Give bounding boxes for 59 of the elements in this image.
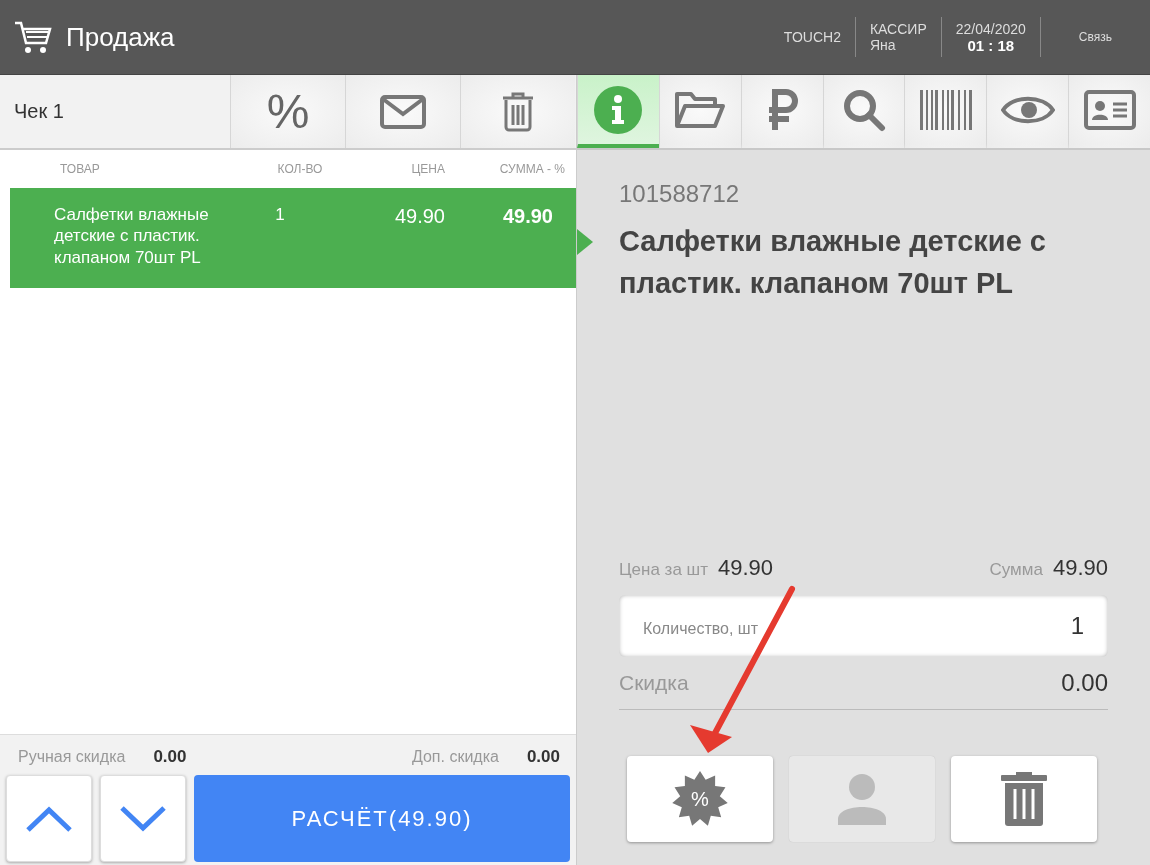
extra-discount-value: 0.00 [526,747,560,767]
item-price: 49.90 [393,204,446,229]
item-quantity: 1 [274,204,286,226]
id-card-icon [1083,89,1136,130]
toolbar-tab[interactable] [822,75,905,148]
receipt-title: Чек 1 [13,99,65,124]
sum-label: Сумма [989,560,1043,580]
percent-badge-icon: % [670,769,730,829]
terminal-name: TOUCH2 [783,29,841,45]
chevron-down-icon [119,804,167,833]
connection-link[interactable]: Связь [1039,17,1136,57]
toolbar-tab[interactable] [986,75,1069,148]
toolbar-tab[interactable] [1068,75,1150,148]
product-code: 101588712 [619,180,741,208]
chevron-up-icon [25,804,73,833]
discount-label: Скидка [619,671,689,695]
column-header: ТОВАР [59,162,101,176]
unit-price-value: 49.90 [718,555,774,581]
manual-discount-value: 0.00 [153,747,187,767]
screen-title: Продажа [66,21,176,53]
toolbar-tab[interactable] [740,75,823,148]
trash-icon [1001,772,1047,826]
discount-button[interactable]: % [230,75,345,148]
column-header: КОЛ-ВО [276,162,324,176]
scroll-up-button[interactable] [6,775,92,862]
extra-discount-label: Доп. скидка [411,748,499,766]
email-button[interactable] [345,75,460,148]
folder-icon [674,89,727,130]
pay-button[interactable]: РАСЧЁТ(49.90) [194,775,570,862]
discount-value: 0.00 [1061,669,1108,697]
column-header: СУММА - % [498,162,565,176]
time-text: 01 : 18 [967,36,1015,54]
selection-pointer [577,229,593,255]
delete-button[interactable] [951,756,1097,842]
discount-button[interactable]: % [627,756,773,842]
cashier-label: КАССИР [869,21,927,37]
toolbar-tab[interactable] [658,75,741,148]
sum-value: 49.90 [1052,555,1108,581]
quantity-field[interactable]: Количество, шт 1 [619,595,1108,657]
date-text: 22/04/2020 [955,20,1026,37]
info-icon [593,84,644,135]
toolbar-tab[interactable] [577,75,659,148]
unit-price-label: Цена за шт [619,560,708,580]
delete-button[interactable] [460,75,575,148]
person-icon [838,773,886,825]
cart-icon [14,20,52,54]
toolbar-tab[interactable] [904,75,987,148]
product-name: Салфетки влажные детские с пластик. клапаном 70шт PL [619,224,1047,302]
item-sum: 49.90 [501,204,554,229]
column-header: ЦЕНА [410,162,446,176]
scroll-down-button[interactable] [100,775,186,862]
search-icon [842,87,886,132]
envelope-icon [380,94,426,129]
item-name: Салфетки влажные детские с пластик. клапаном 70шт PL [53,204,210,268]
barcode-icon [919,89,972,130]
trash-icon [501,91,535,132]
cashier-name: Яна [869,37,896,53]
manual-discount-label: Ручная скидка [18,748,126,766]
receipt-row[interactable]: Салфетки влажные детские с пластик. клапаном 70шт PL 1 49.90 49.90 [10,188,576,288]
